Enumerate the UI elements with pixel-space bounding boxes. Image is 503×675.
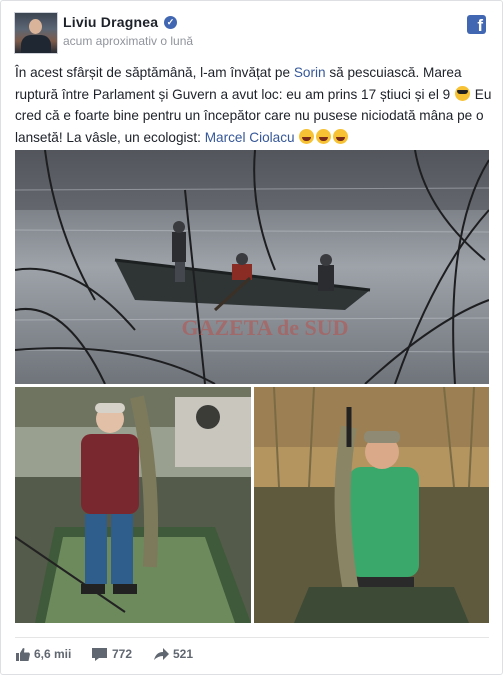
facebook-icon[interactable]: f [467,15,486,34]
mention-link-sorin[interactable]: Sorin [294,65,326,80]
verified-badge-icon: ✓ [164,16,177,29]
laughing-emoji-icon [316,128,332,144]
share-arrow-icon[interactable] [154,648,169,661]
fisherman-right-illustration [254,387,489,623]
author-name[interactable]: Liviu Dragnea [63,14,158,30]
avatar-head [29,19,42,34]
sunglasses-emoji-icon [454,85,470,101]
boat-photo-illustration: GAZETA de SUD [15,150,489,384]
post-text-part1: În acest sfârșit de săptămână, l-am învă… [15,65,294,80]
mention-link-marcel[interactable]: Marcel Ciolacu [205,130,295,145]
avatar-torso [21,35,51,53]
laughing-emoji-icon [299,128,315,144]
comments-count[interactable]: 772 [112,647,132,661]
shares-count[interactable]: 521 [173,647,193,661]
thumbs-up-icon[interactable] [16,648,30,661]
likes-count[interactable]: 6,6 mii [34,647,71,661]
post-photo-boat[interactable]: GAZETA de SUD [15,150,489,384]
laughing-emoji-icon [333,128,349,144]
post-card: Liviu Dragnea ✓ acum aproximativ o lună … [0,0,503,675]
watermark-text: GAZETA de SUD [181,315,348,340]
post-photo-fish-right[interactable] [254,387,489,623]
comment-icon[interactable] [92,648,107,661]
footer-divider [15,637,489,638]
post-photo-fish-left[interactable] [15,387,251,623]
post-timestamp[interactable]: acum aproximativ o lună [63,34,193,48]
post-text: În acest sfârșit de săptămână, l-am învă… [15,62,493,148]
fisherman-left-illustration [15,387,251,623]
avatar[interactable] [14,12,58,54]
